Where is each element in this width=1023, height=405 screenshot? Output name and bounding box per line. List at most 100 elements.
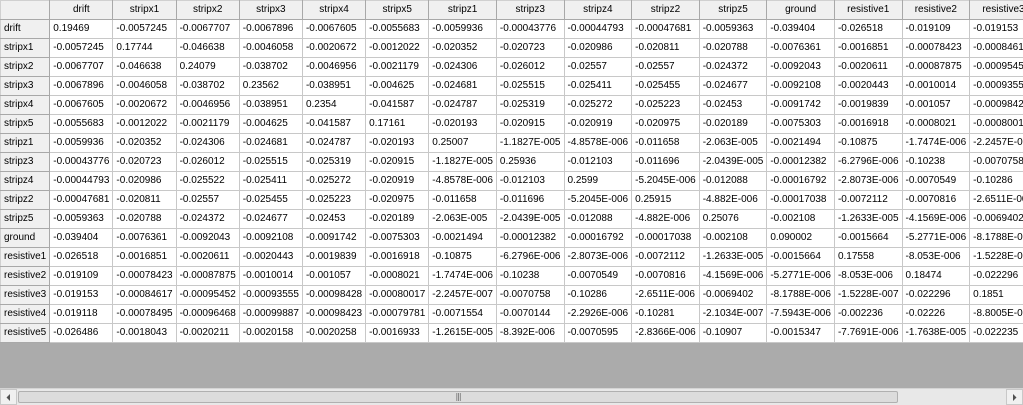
table-cell[interactable]: -0.046638 bbox=[112, 57, 177, 77]
table-cell[interactable]: -0.0067605 bbox=[301, 19, 367, 39]
table-cell[interactable]: -0.0020672 bbox=[112, 95, 177, 115]
row-header[interactable]: resistive2 bbox=[0, 266, 51, 286]
table-cell[interactable]: -0.038702 bbox=[238, 57, 303, 77]
table-cell[interactable]: 0.1851 bbox=[969, 285, 1023, 305]
table-cell[interactable]: -0.020189 bbox=[365, 209, 430, 229]
table-cell[interactable]: -0.038702 bbox=[175, 76, 240, 96]
table-cell[interactable]: -0.00096468 bbox=[175, 304, 240, 324]
table-cell[interactable]: -0.0020258 bbox=[301, 323, 367, 343]
table-cell[interactable]: -8.053E-006 bbox=[833, 266, 903, 286]
table-cell[interactable]: -0.025319 bbox=[495, 95, 565, 115]
table-cell[interactable]: -0.020352 bbox=[428, 38, 497, 58]
table-cell[interactable]: -0.00087875 bbox=[901, 57, 971, 77]
table-cell[interactable]: -0.00087875 bbox=[175, 266, 240, 286]
table-cell[interactable]: -4.8578E-006 bbox=[563, 133, 633, 153]
table-cell[interactable]: -0.0021179 bbox=[365, 57, 430, 77]
table-cell[interactable]: -8.392E-006 bbox=[495, 323, 565, 343]
table-cell[interactable]: -0.020352 bbox=[112, 133, 177, 153]
table-cell[interactable]: -0.0019839 bbox=[833, 95, 903, 115]
table-cell[interactable]: -0.0020211 bbox=[175, 323, 240, 343]
table-cell[interactable]: -0.0046956 bbox=[301, 57, 367, 77]
table-cell[interactable]: -0.0059363 bbox=[698, 19, 768, 39]
table-cell[interactable]: -0.00012382 bbox=[495, 228, 565, 248]
table-cell[interactable]: 0.2354 bbox=[301, 95, 367, 115]
table-cell[interactable]: -0.038951 bbox=[301, 76, 367, 96]
table-cell[interactable]: -0.0070758 bbox=[495, 285, 565, 305]
table-cell[interactable]: -0.011696 bbox=[631, 152, 700, 172]
table-cell[interactable]: -0.022296 bbox=[901, 285, 971, 305]
table-cell[interactable]: -0.00078423 bbox=[112, 266, 177, 286]
table-cell[interactable]: -0.0010014 bbox=[901, 76, 971, 96]
table-cell[interactable]: -0.0076361 bbox=[766, 38, 835, 58]
column-header[interactable]: stripz5 bbox=[698, 0, 768, 20]
row-header[interactable]: stripx1 bbox=[0, 38, 51, 58]
table-cell[interactable]: -0.024372 bbox=[175, 209, 240, 229]
table-cell[interactable]: -0.0070144 bbox=[495, 304, 565, 324]
table-cell[interactable]: -0.00084617 bbox=[969, 38, 1023, 58]
scrollbar-thumb[interactable]: ||| bbox=[18, 391, 898, 403]
table-cell[interactable]: -0.02226 bbox=[901, 304, 971, 324]
table-cell[interactable]: -7.7691E-006 bbox=[833, 323, 903, 343]
table-cell[interactable]: -0.00044793 bbox=[563, 19, 633, 39]
table-cell[interactable]: -0.00078423 bbox=[901, 38, 971, 58]
table-cell[interactable]: -0.0092108 bbox=[766, 76, 835, 96]
table-cell[interactable]: -0.0055683 bbox=[49, 114, 114, 134]
table-cell[interactable]: -0.02453 bbox=[698, 95, 768, 115]
table-cell[interactable]: -0.00098428 bbox=[969, 95, 1023, 115]
table-cell[interactable]: -0.0072112 bbox=[631, 247, 700, 267]
table-cell[interactable]: -0.004625 bbox=[238, 114, 303, 134]
table-cell[interactable]: 0.17161 bbox=[365, 114, 430, 134]
table-cell[interactable]: -0.041587 bbox=[365, 95, 430, 115]
table-cell[interactable]: 0.25076 bbox=[698, 209, 768, 229]
table-cell[interactable]: -8.1788E-006 bbox=[969, 228, 1023, 248]
table-cell[interactable]: -0.025515 bbox=[495, 76, 565, 96]
table-cell[interactable]: -0.0067707 bbox=[175, 19, 240, 39]
table-cell[interactable]: -0.00047681 bbox=[49, 190, 114, 210]
table-cell[interactable]: -0.0075303 bbox=[365, 228, 430, 248]
table-cell[interactable]: -0.0067707 bbox=[49, 57, 114, 77]
table-cell[interactable]: -0.024677 bbox=[698, 76, 768, 96]
table-cell[interactable]: -0.026518 bbox=[49, 247, 114, 267]
table-cell[interactable]: -8.1788E-006 bbox=[766, 285, 835, 305]
column-header[interactable]: drift bbox=[49, 0, 114, 20]
table-cell[interactable]: -0.0016918 bbox=[365, 247, 430, 267]
table-cell[interactable]: -0.0008021 bbox=[365, 266, 430, 286]
table-cell[interactable]: -0.004625 bbox=[365, 76, 430, 96]
table-cell[interactable]: -0.00080017 bbox=[969, 114, 1023, 134]
table-cell[interactable]: -0.025223 bbox=[631, 95, 700, 115]
table-cell[interactable]: -0.0092043 bbox=[766, 57, 835, 77]
table-cell[interactable]: -0.0046058 bbox=[238, 38, 303, 58]
table-cell[interactable]: -0.0020443 bbox=[238, 247, 303, 267]
table-cell[interactable]: -0.012103 bbox=[563, 152, 633, 172]
table-cell[interactable]: -0.020811 bbox=[112, 190, 177, 210]
table-cell[interactable]: -0.0067896 bbox=[238, 19, 303, 39]
table-cell[interactable]: -0.00093555 bbox=[238, 285, 303, 305]
table-cell[interactable]: -0.0076361 bbox=[112, 228, 177, 248]
table-cell[interactable]: -4.8578E-006 bbox=[428, 171, 497, 191]
table-cell[interactable]: -0.020975 bbox=[365, 190, 430, 210]
table-cell[interactable]: -0.10286 bbox=[563, 285, 633, 305]
table-cell[interactable]: -0.0016933 bbox=[365, 323, 430, 343]
table-cell[interactable]: -0.026012 bbox=[495, 57, 565, 77]
table-cell[interactable]: -0.025522 bbox=[175, 171, 240, 191]
table-cell[interactable]: -0.019153 bbox=[969, 19, 1023, 39]
row-header[interactable]: stripz3 bbox=[0, 152, 51, 172]
column-header[interactable]: resistive1 bbox=[833, 0, 903, 20]
table-cell[interactable]: -0.020986 bbox=[112, 171, 177, 191]
table-cell[interactable]: -0.10875 bbox=[428, 247, 497, 267]
table-cell[interactable]: -0.012088 bbox=[698, 171, 768, 191]
table-cell[interactable]: -0.025272 bbox=[563, 95, 633, 115]
table-cell[interactable]: -0.0021179 bbox=[175, 114, 240, 134]
table-cell[interactable]: -0.025272 bbox=[301, 171, 367, 191]
table-cell[interactable]: -0.00079781 bbox=[365, 304, 430, 324]
table-cell[interactable]: -0.024787 bbox=[301, 133, 367, 153]
table-cell[interactable]: -2.8073E-006 bbox=[563, 247, 633, 267]
table-cell[interactable]: -0.0020158 bbox=[238, 323, 303, 343]
row-header[interactable]: resistive5 bbox=[0, 323, 51, 343]
table-cell[interactable]: -0.00080017 bbox=[365, 285, 430, 305]
table-cell[interactable]: -0.002236 bbox=[833, 304, 903, 324]
table-cell[interactable]: 0.2599 bbox=[563, 171, 633, 191]
row-header[interactable]: resistive1 bbox=[0, 247, 51, 267]
column-header[interactable]: stripz1 bbox=[428, 0, 497, 20]
table-cell[interactable]: -2.063E-005 bbox=[698, 133, 768, 153]
